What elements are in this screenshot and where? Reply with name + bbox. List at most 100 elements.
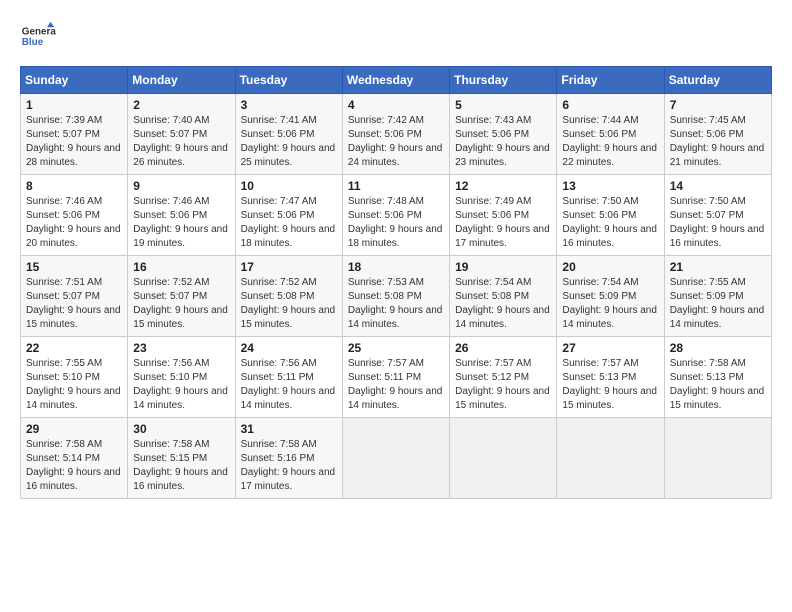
calendar-cell: 26 Sunrise: 7:57 AMSunset: 5:12 PMDaylig… <box>450 337 557 418</box>
day-info: Sunrise: 7:39 AMSunset: 5:07 PMDaylight:… <box>26 115 121 168</box>
day-number: 27 <box>562 341 658 355</box>
calendar-cell: 16 Sunrise: 7:52 AMSunset: 5:07 PMDaylig… <box>128 256 235 337</box>
calendar-cell: 19 Sunrise: 7:54 AMSunset: 5:08 PMDaylig… <box>450 256 557 337</box>
day-number: 7 <box>670 98 766 112</box>
day-number: 4 <box>348 98 444 112</box>
calendar-cell: 9 Sunrise: 7:46 AMSunset: 5:06 PMDayligh… <box>128 175 235 256</box>
day-number: 21 <box>670 260 766 274</box>
calendar-header-row: SundayMondayTuesdayWednesdayThursdayFrid… <box>21 67 772 94</box>
day-number: 1 <box>26 98 122 112</box>
day-number: 20 <box>562 260 658 274</box>
day-info: Sunrise: 7:54 AMSunset: 5:09 PMDaylight:… <box>562 277 657 330</box>
header-thursday: Thursday <box>450 67 557 94</box>
day-number: 29 <box>26 422 122 436</box>
calendar-cell: 21 Sunrise: 7:55 AMSunset: 5:09 PMDaylig… <box>664 256 771 337</box>
week-row-4: 22 Sunrise: 7:55 AMSunset: 5:10 PMDaylig… <box>21 337 772 418</box>
calendar-cell: 20 Sunrise: 7:54 AMSunset: 5:09 PMDaylig… <box>557 256 664 337</box>
day-info: Sunrise: 7:53 AMSunset: 5:08 PMDaylight:… <box>348 277 443 330</box>
calendar-cell <box>342 418 449 499</box>
day-info: Sunrise: 7:58 AMSunset: 5:15 PMDaylight:… <box>133 439 228 492</box>
calendar-cell: 22 Sunrise: 7:55 AMSunset: 5:10 PMDaylig… <box>21 337 128 418</box>
day-info: Sunrise: 7:49 AMSunset: 5:06 PMDaylight:… <box>455 196 550 249</box>
header-monday: Monday <box>128 67 235 94</box>
calendar-cell: 28 Sunrise: 7:58 AMSunset: 5:13 PMDaylig… <box>664 337 771 418</box>
day-info: Sunrise: 7:57 AMSunset: 5:11 PMDaylight:… <box>348 358 443 411</box>
calendar-cell: 2 Sunrise: 7:40 AMSunset: 5:07 PMDayligh… <box>128 94 235 175</box>
calendar-cell: 25 Sunrise: 7:57 AMSunset: 5:11 PMDaylig… <box>342 337 449 418</box>
day-number: 16 <box>133 260 229 274</box>
day-info: Sunrise: 7:50 AMSunset: 5:06 PMDaylight:… <box>562 196 657 249</box>
logo: General Blue <box>20 20 56 56</box>
day-number: 25 <box>348 341 444 355</box>
week-row-2: 8 Sunrise: 7:46 AMSunset: 5:06 PMDayligh… <box>21 175 772 256</box>
day-info: Sunrise: 7:43 AMSunset: 5:06 PMDaylight:… <box>455 115 550 168</box>
day-number: 5 <box>455 98 551 112</box>
calendar-cell: 6 Sunrise: 7:44 AMSunset: 5:06 PMDayligh… <box>557 94 664 175</box>
calendar-cell: 14 Sunrise: 7:50 AMSunset: 5:07 PMDaylig… <box>664 175 771 256</box>
day-info: Sunrise: 7:46 AMSunset: 5:06 PMDaylight:… <box>133 196 228 249</box>
page-header: General Blue <box>20 20 772 56</box>
calendar-cell: 29 Sunrise: 7:58 AMSunset: 5:14 PMDaylig… <box>21 418 128 499</box>
week-row-5: 29 Sunrise: 7:58 AMSunset: 5:14 PMDaylig… <box>21 418 772 499</box>
day-number: 22 <box>26 341 122 355</box>
day-number: 24 <box>241 341 337 355</box>
calendar-cell: 27 Sunrise: 7:57 AMSunset: 5:13 PMDaylig… <box>557 337 664 418</box>
day-info: Sunrise: 7:52 AMSunset: 5:08 PMDaylight:… <box>241 277 336 330</box>
day-number: 31 <box>241 422 337 436</box>
day-info: Sunrise: 7:56 AMSunset: 5:10 PMDaylight:… <box>133 358 228 411</box>
header-wednesday: Wednesday <box>342 67 449 94</box>
day-info: Sunrise: 7:58 AMSunset: 5:14 PMDaylight:… <box>26 439 121 492</box>
header-saturday: Saturday <box>664 67 771 94</box>
day-number: 9 <box>133 179 229 193</box>
day-number: 2 <box>133 98 229 112</box>
day-number: 18 <box>348 260 444 274</box>
day-number: 23 <box>133 341 229 355</box>
day-info: Sunrise: 7:44 AMSunset: 5:06 PMDaylight:… <box>562 115 657 168</box>
calendar-cell: 24 Sunrise: 7:56 AMSunset: 5:11 PMDaylig… <box>235 337 342 418</box>
day-info: Sunrise: 7:52 AMSunset: 5:07 PMDaylight:… <box>133 277 228 330</box>
calendar-cell <box>557 418 664 499</box>
calendar-cell: 3 Sunrise: 7:41 AMSunset: 5:06 PMDayligh… <box>235 94 342 175</box>
day-info: Sunrise: 7:51 AMSunset: 5:07 PMDaylight:… <box>26 277 121 330</box>
day-info: Sunrise: 7:45 AMSunset: 5:06 PMDaylight:… <box>670 115 765 168</box>
day-info: Sunrise: 7:57 AMSunset: 5:12 PMDaylight:… <box>455 358 550 411</box>
day-number: 8 <box>26 179 122 193</box>
day-info: Sunrise: 7:48 AMSunset: 5:06 PMDaylight:… <box>348 196 443 249</box>
calendar-cell: 8 Sunrise: 7:46 AMSunset: 5:06 PMDayligh… <box>21 175 128 256</box>
calendar-cell: 7 Sunrise: 7:45 AMSunset: 5:06 PMDayligh… <box>664 94 771 175</box>
day-number: 13 <box>562 179 658 193</box>
svg-text:General: General <box>22 26 56 37</box>
calendar-cell: 11 Sunrise: 7:48 AMSunset: 5:06 PMDaylig… <box>342 175 449 256</box>
calendar-table: SundayMondayTuesdayWednesdayThursdayFrid… <box>20 66 772 499</box>
day-number: 30 <box>133 422 229 436</box>
day-number: 6 <box>562 98 658 112</box>
calendar-cell: 10 Sunrise: 7:47 AMSunset: 5:06 PMDaylig… <box>235 175 342 256</box>
day-info: Sunrise: 7:47 AMSunset: 5:06 PMDaylight:… <box>241 196 336 249</box>
calendar-cell: 18 Sunrise: 7:53 AMSunset: 5:08 PMDaylig… <box>342 256 449 337</box>
day-number: 26 <box>455 341 551 355</box>
header-friday: Friday <box>557 67 664 94</box>
header-sunday: Sunday <box>21 67 128 94</box>
week-row-3: 15 Sunrise: 7:51 AMSunset: 5:07 PMDaylig… <box>21 256 772 337</box>
day-number: 28 <box>670 341 766 355</box>
calendar-cell: 17 Sunrise: 7:52 AMSunset: 5:08 PMDaylig… <box>235 256 342 337</box>
day-info: Sunrise: 7:41 AMSunset: 5:06 PMDaylight:… <box>241 115 336 168</box>
svg-text:Blue: Blue <box>22 37 44 48</box>
week-row-1: 1 Sunrise: 7:39 AMSunset: 5:07 PMDayligh… <box>21 94 772 175</box>
calendar-cell: 12 Sunrise: 7:49 AMSunset: 5:06 PMDaylig… <box>450 175 557 256</box>
logo-icon: General Blue <box>20 20 56 56</box>
calendar-cell: 15 Sunrise: 7:51 AMSunset: 5:07 PMDaylig… <box>21 256 128 337</box>
calendar-cell: 23 Sunrise: 7:56 AMSunset: 5:10 PMDaylig… <box>128 337 235 418</box>
day-number: 15 <box>26 260 122 274</box>
calendar-cell: 4 Sunrise: 7:42 AMSunset: 5:06 PMDayligh… <box>342 94 449 175</box>
day-info: Sunrise: 7:46 AMSunset: 5:06 PMDaylight:… <box>26 196 121 249</box>
calendar-cell <box>664 418 771 499</box>
day-info: Sunrise: 7:54 AMSunset: 5:08 PMDaylight:… <box>455 277 550 330</box>
day-info: Sunrise: 7:58 AMSunset: 5:13 PMDaylight:… <box>670 358 765 411</box>
calendar-cell <box>450 418 557 499</box>
day-info: Sunrise: 7:55 AMSunset: 5:10 PMDaylight:… <box>26 358 121 411</box>
day-info: Sunrise: 7:57 AMSunset: 5:13 PMDaylight:… <box>562 358 657 411</box>
day-number: 11 <box>348 179 444 193</box>
day-info: Sunrise: 7:50 AMSunset: 5:07 PMDaylight:… <box>670 196 765 249</box>
calendar-cell: 13 Sunrise: 7:50 AMSunset: 5:06 PMDaylig… <box>557 175 664 256</box>
